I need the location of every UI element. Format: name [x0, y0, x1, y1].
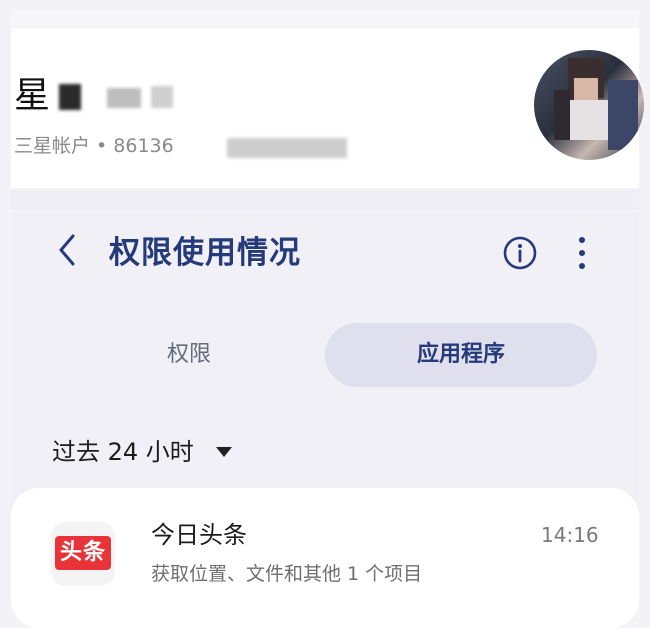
app-icon-text: 头条 — [55, 536, 111, 570]
chevron-left-icon — [59, 234, 75, 266]
tab-apps[interactable]: 应用程序 — [325, 323, 597, 387]
permission-usage-panel: 权限使用情况 权限 应用程序 过去 24 小时 头条 今日头条 获取位置、文件和… — [11, 212, 639, 628]
app-name: 今日头条 — [151, 521, 247, 549]
app-list: 头条 今日头条 获取位置、文件和其他 1 个项目 14:16 — [11, 488, 639, 628]
redacted-name — [151, 86, 173, 108]
page-title: 权限使用情况 — [109, 235, 301, 271]
account-subtitle: 三星帐户 • 86136 — [14, 135, 174, 157]
info-icon — [503, 236, 537, 270]
more-options-button[interactable] — [571, 232, 593, 274]
redacted-phone — [227, 138, 347, 158]
time-period-dropdown[interactable]: 过去 24 小时 — [52, 432, 232, 472]
section-divider — [11, 190, 639, 210]
app-timestamp: 14:16 — [541, 523, 599, 547]
back-button[interactable] — [51, 230, 85, 270]
time-period-label: 过去 24 小时 — [52, 438, 194, 466]
tab-permissions[interactable]: 权限 — [71, 323, 307, 387]
redacted-name — [59, 84, 81, 110]
info-button[interactable] — [501, 234, 539, 272]
top-divider — [11, 10, 639, 26]
avatar[interactable] — [534, 50, 644, 160]
app-description: 获取位置、文件和其他 1 个项目 — [151, 563, 423, 585]
account-card[interactable]: 星 三星帐户 • 86136 — [11, 28, 644, 188]
tab-bar: 权限 应用程序 — [71, 323, 597, 387]
caret-down-icon — [215, 447, 232, 457]
account-name: 星 — [14, 75, 52, 116]
more-vert-icon — [579, 237, 585, 269]
redacted-name — [107, 88, 141, 108]
app-icon: 头条 — [51, 522, 115, 586]
